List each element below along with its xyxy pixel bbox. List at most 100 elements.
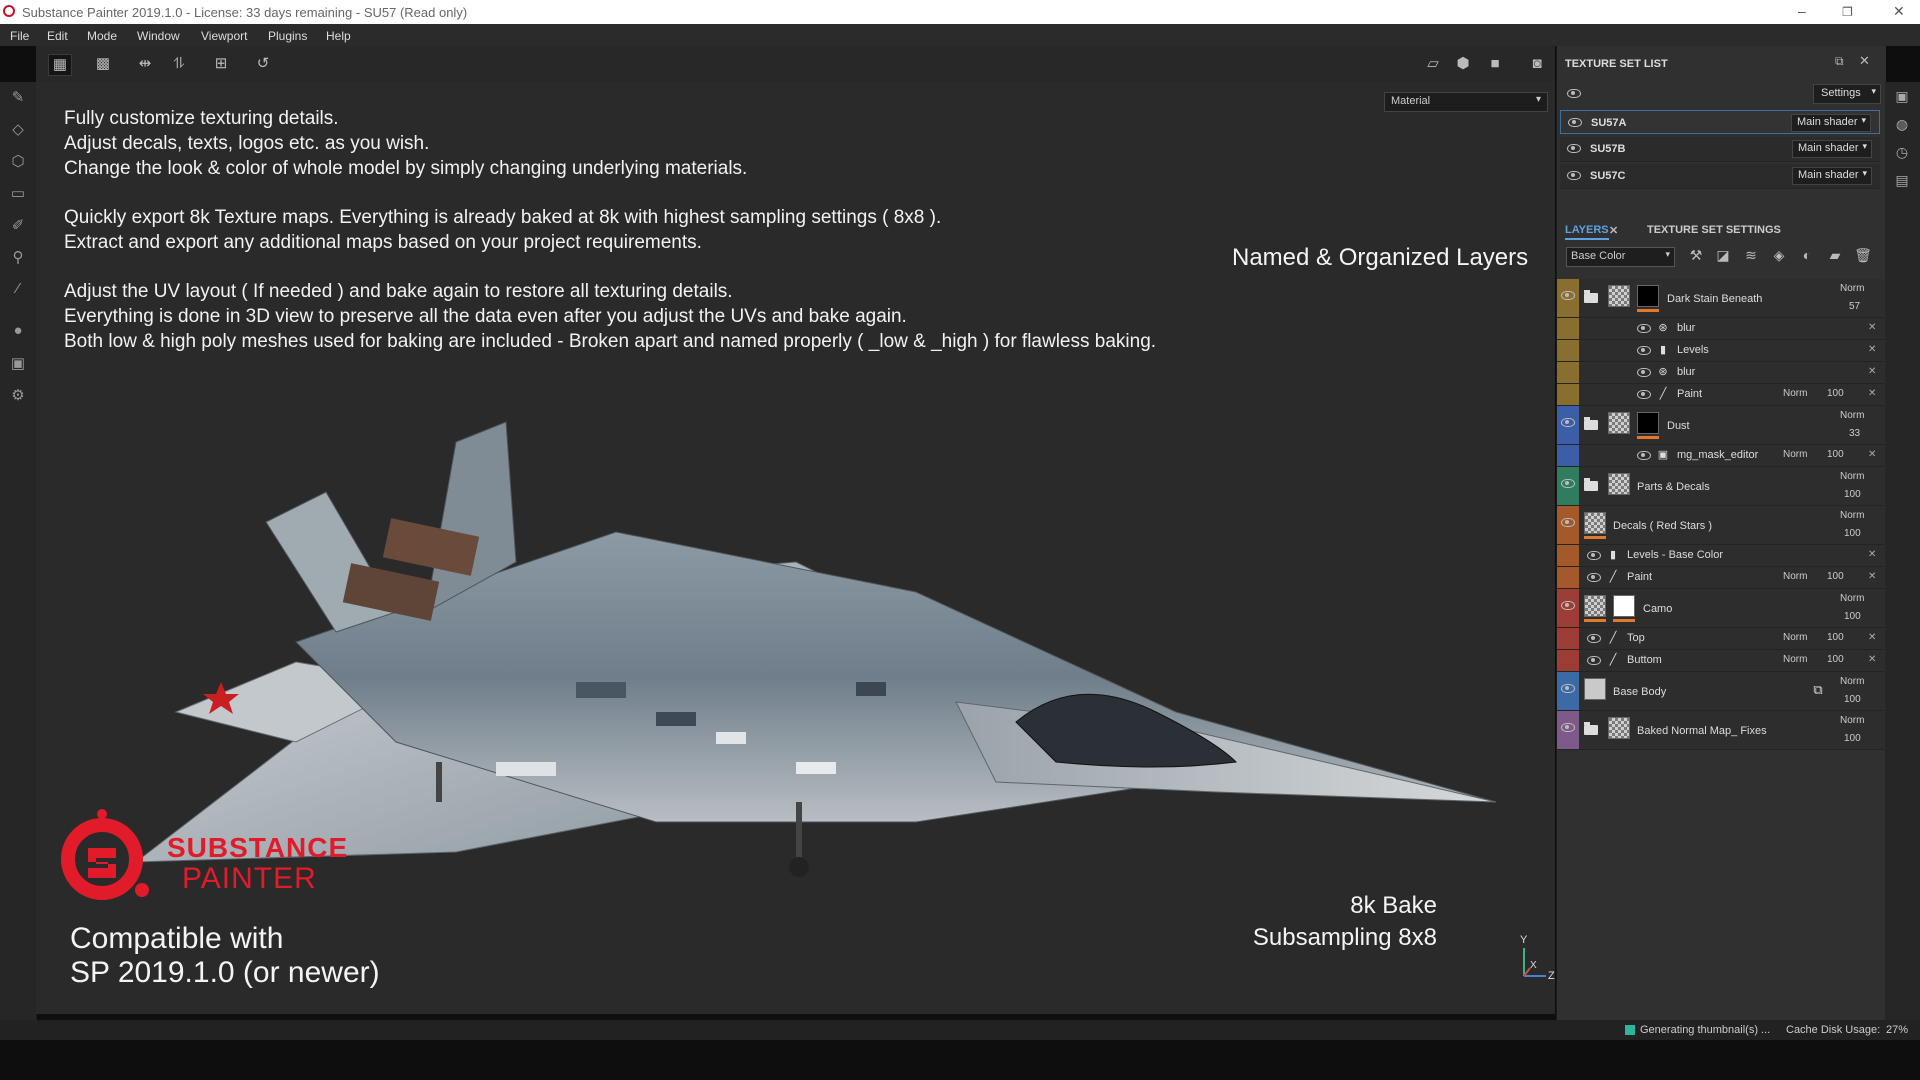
remove-icon[interactable]: ✕	[1868, 388, 1876, 399]
menu-plugins[interactable]: Plugins	[268, 29, 307, 43]
eye-icon[interactable]	[1637, 390, 1651, 399]
remove-icon[interactable]: ✕	[1868, 571, 1876, 582]
close-panel-icon[interactable]: ✕	[1859, 53, 1870, 69]
layer-row[interactable]: Base Body ⧉ Norm 100	[1557, 672, 1886, 711]
grid-view-icon[interactable]: ▦	[48, 54, 72, 76]
tab-texture-set-settings[interactable]: TEXTURE SET SETTINGS	[1647, 224, 1781, 236]
effect-row[interactable]: ▣ mg_mask_editor Norm 100 ✕	[1557, 445, 1886, 467]
remove-icon[interactable]: ✕	[1868, 654, 1876, 665]
effect-row[interactable]: ╱ Paint Norm 100 ✕	[1557, 567, 1886, 589]
opacity-value[interactable]: 33	[1849, 428, 1860, 439]
3d-viewport[interactable]: Material ▾ Fully customize texturing det…	[36, 82, 1555, 1014]
add-effect-icon[interactable]: ⚒	[1687, 247, 1705, 265]
menu-edit[interactable]: Edit	[47, 29, 68, 43]
effect-row[interactable]: ⊛ blur ✕	[1557, 362, 1886, 384]
effect-row[interactable]: ⊛ blur ✕	[1557, 318, 1886, 340]
blend-mode[interactable]: Norm	[1783, 449, 1807, 460]
eye-icon[interactable]	[1587, 634, 1601, 643]
environment-icon[interactable]: ◍	[1893, 116, 1911, 134]
layer-row[interactable]: Dark Stain Beneath Norm 57	[1557, 279, 1886, 318]
menu-mode[interactable]: Mode	[87, 29, 117, 43]
color-picker-icon[interactable]: ⁄	[8, 280, 28, 300]
opacity-value[interactable]: 100	[1827, 388, 1844, 399]
menu-window[interactable]: Window	[137, 29, 180, 43]
blend-mode[interactable]: Norm	[1840, 471, 1864, 482]
eraser-icon[interactable]: ◇	[8, 120, 28, 140]
eye-icon[interactable]	[1567, 171, 1581, 180]
opacity-value[interactable]: 100	[1844, 528, 1861, 539]
eye-icon[interactable]	[1587, 551, 1601, 560]
blend-mode[interactable]: Norm	[1840, 676, 1864, 687]
shader-dropdown[interactable]: Main shader ▾	[1792, 140, 1872, 158]
eye-icon[interactable]	[1567, 89, 1581, 98]
remove-icon[interactable]: ✕	[1868, 366, 1876, 377]
viewport-mode-select[interactable]: Material ▾	[1384, 92, 1548, 112]
eye-icon[interactable]	[1637, 451, 1651, 460]
substance-shelf-icon[interactable]: ●	[8, 322, 28, 342]
blend-mode[interactable]: Norm	[1783, 632, 1807, 643]
menu-viewport[interactable]: Viewport	[201, 29, 247, 43]
layer-row[interactable]: Baked Normal Map_ Fixes Norm 100	[1557, 711, 1886, 750]
delete-layer-icon[interactable]: 🗑	[1854, 247, 1872, 265]
eye-icon[interactable]	[1567, 144, 1581, 153]
settings-gear-icon[interactable]: ⚙	[8, 386, 28, 406]
grid-dense-icon[interactable]: ▩	[92, 54, 114, 74]
add-fill-layer-icon[interactable]: ◈	[1770, 247, 1788, 265]
tab-layers[interactable]: LAYERS	[1565, 224, 1609, 240]
3d-cube-icon[interactable]: ⬢	[1452, 54, 1474, 74]
tsl-settings-dropdown[interactable]: Settings ▾	[1813, 84, 1881, 104]
brush-icon[interactable]: ✎	[8, 88, 28, 108]
layer-row[interactable]: Dust Norm 33	[1557, 406, 1886, 445]
blend-mode[interactable]: Norm	[1783, 571, 1807, 582]
polygon-fill-icon[interactable]: ▭	[8, 184, 28, 204]
eye-icon[interactable]	[1561, 418, 1575, 427]
clone-stamp-icon[interactable]: ⚲	[8, 248, 28, 268]
eye-icon[interactable]	[1637, 324, 1651, 333]
opacity-value[interactable]: 100	[1844, 733, 1861, 744]
minimize-button[interactable]: –	[1798, 3, 1806, 19]
shader-dropdown[interactable]: Main shader ▾	[1792, 167, 1872, 185]
opacity-value[interactable]: 100	[1844, 694, 1861, 705]
smudge-icon[interactable]: ✐	[8, 216, 28, 236]
texture-set-row[interactable]: SU57C Main shader ▾	[1560, 164, 1880, 189]
texture-set-row[interactable]: SU57A Main shader ▾	[1560, 110, 1880, 134]
shader-dropdown[interactable]: Main shader ▾	[1791, 114, 1871, 132]
add-frame-icon[interactable]: ⊞	[210, 54, 232, 74]
effect-row[interactable]: ╱ Top Norm 100 ✕	[1557, 628, 1886, 650]
opacity-value[interactable]: 100	[1844, 489, 1861, 500]
remove-icon[interactable]: ✕	[1868, 549, 1876, 560]
menu-file[interactable]: File	[10, 29, 29, 43]
effect-row[interactable]: ▮ Levels - Base Color ✕	[1557, 545, 1886, 567]
effect-row[interactable]: ╱ Buttom Norm 100 ✕	[1557, 650, 1886, 672]
2d-view-icon[interactable]: ▱	[1422, 54, 1444, 74]
blend-mode[interactable]: Norm	[1783, 654, 1807, 665]
layer-row[interactable]: Parts & Decals Norm 100	[1557, 467, 1886, 506]
eye-icon[interactable]	[1561, 601, 1575, 610]
add-mask-icon[interactable]: ◪	[1714, 247, 1732, 265]
remove-icon[interactable]: ✕	[1868, 322, 1876, 333]
screenshot-icon[interactable]: ◙	[1526, 54, 1548, 74]
opacity-value[interactable]: 100	[1844, 611, 1861, 622]
eye-icon[interactable]	[1587, 656, 1601, 665]
add-layer-icon[interactable]: ≋	[1742, 247, 1760, 265]
eye-icon[interactable]	[1637, 346, 1651, 355]
eye-icon[interactable]	[1561, 291, 1575, 300]
eye-icon[interactable]	[1561, 684, 1575, 693]
menu-help[interactable]: Help	[326, 29, 351, 43]
opacity-value[interactable]: 100	[1827, 449, 1844, 460]
close-button[interactable]: ✕	[1893, 3, 1905, 20]
eye-icon[interactable]	[1561, 723, 1575, 732]
opacity-value[interactable]: 100	[1827, 654, 1844, 665]
blend-mode[interactable]: Norm	[1840, 283, 1864, 294]
layer-row[interactable]: Camo Norm 100	[1557, 589, 1886, 628]
eye-icon[interactable]	[1561, 518, 1575, 527]
blend-mode[interactable]: Norm	[1783, 388, 1807, 399]
blend-mode[interactable]: Norm	[1840, 715, 1864, 726]
layer-row[interactable]: Decals ( Red Stars ) Norm 100	[1557, 506, 1886, 545]
eye-icon[interactable]	[1561, 479, 1575, 488]
opacity-value[interactable]: 57	[1849, 301, 1860, 312]
opacity-value[interactable]: 100	[1827, 632, 1844, 643]
eye-icon[interactable]	[1587, 573, 1601, 582]
history-icon[interactable]: ↺	[252, 54, 274, 74]
blend-mode[interactable]: Norm	[1840, 510, 1864, 521]
